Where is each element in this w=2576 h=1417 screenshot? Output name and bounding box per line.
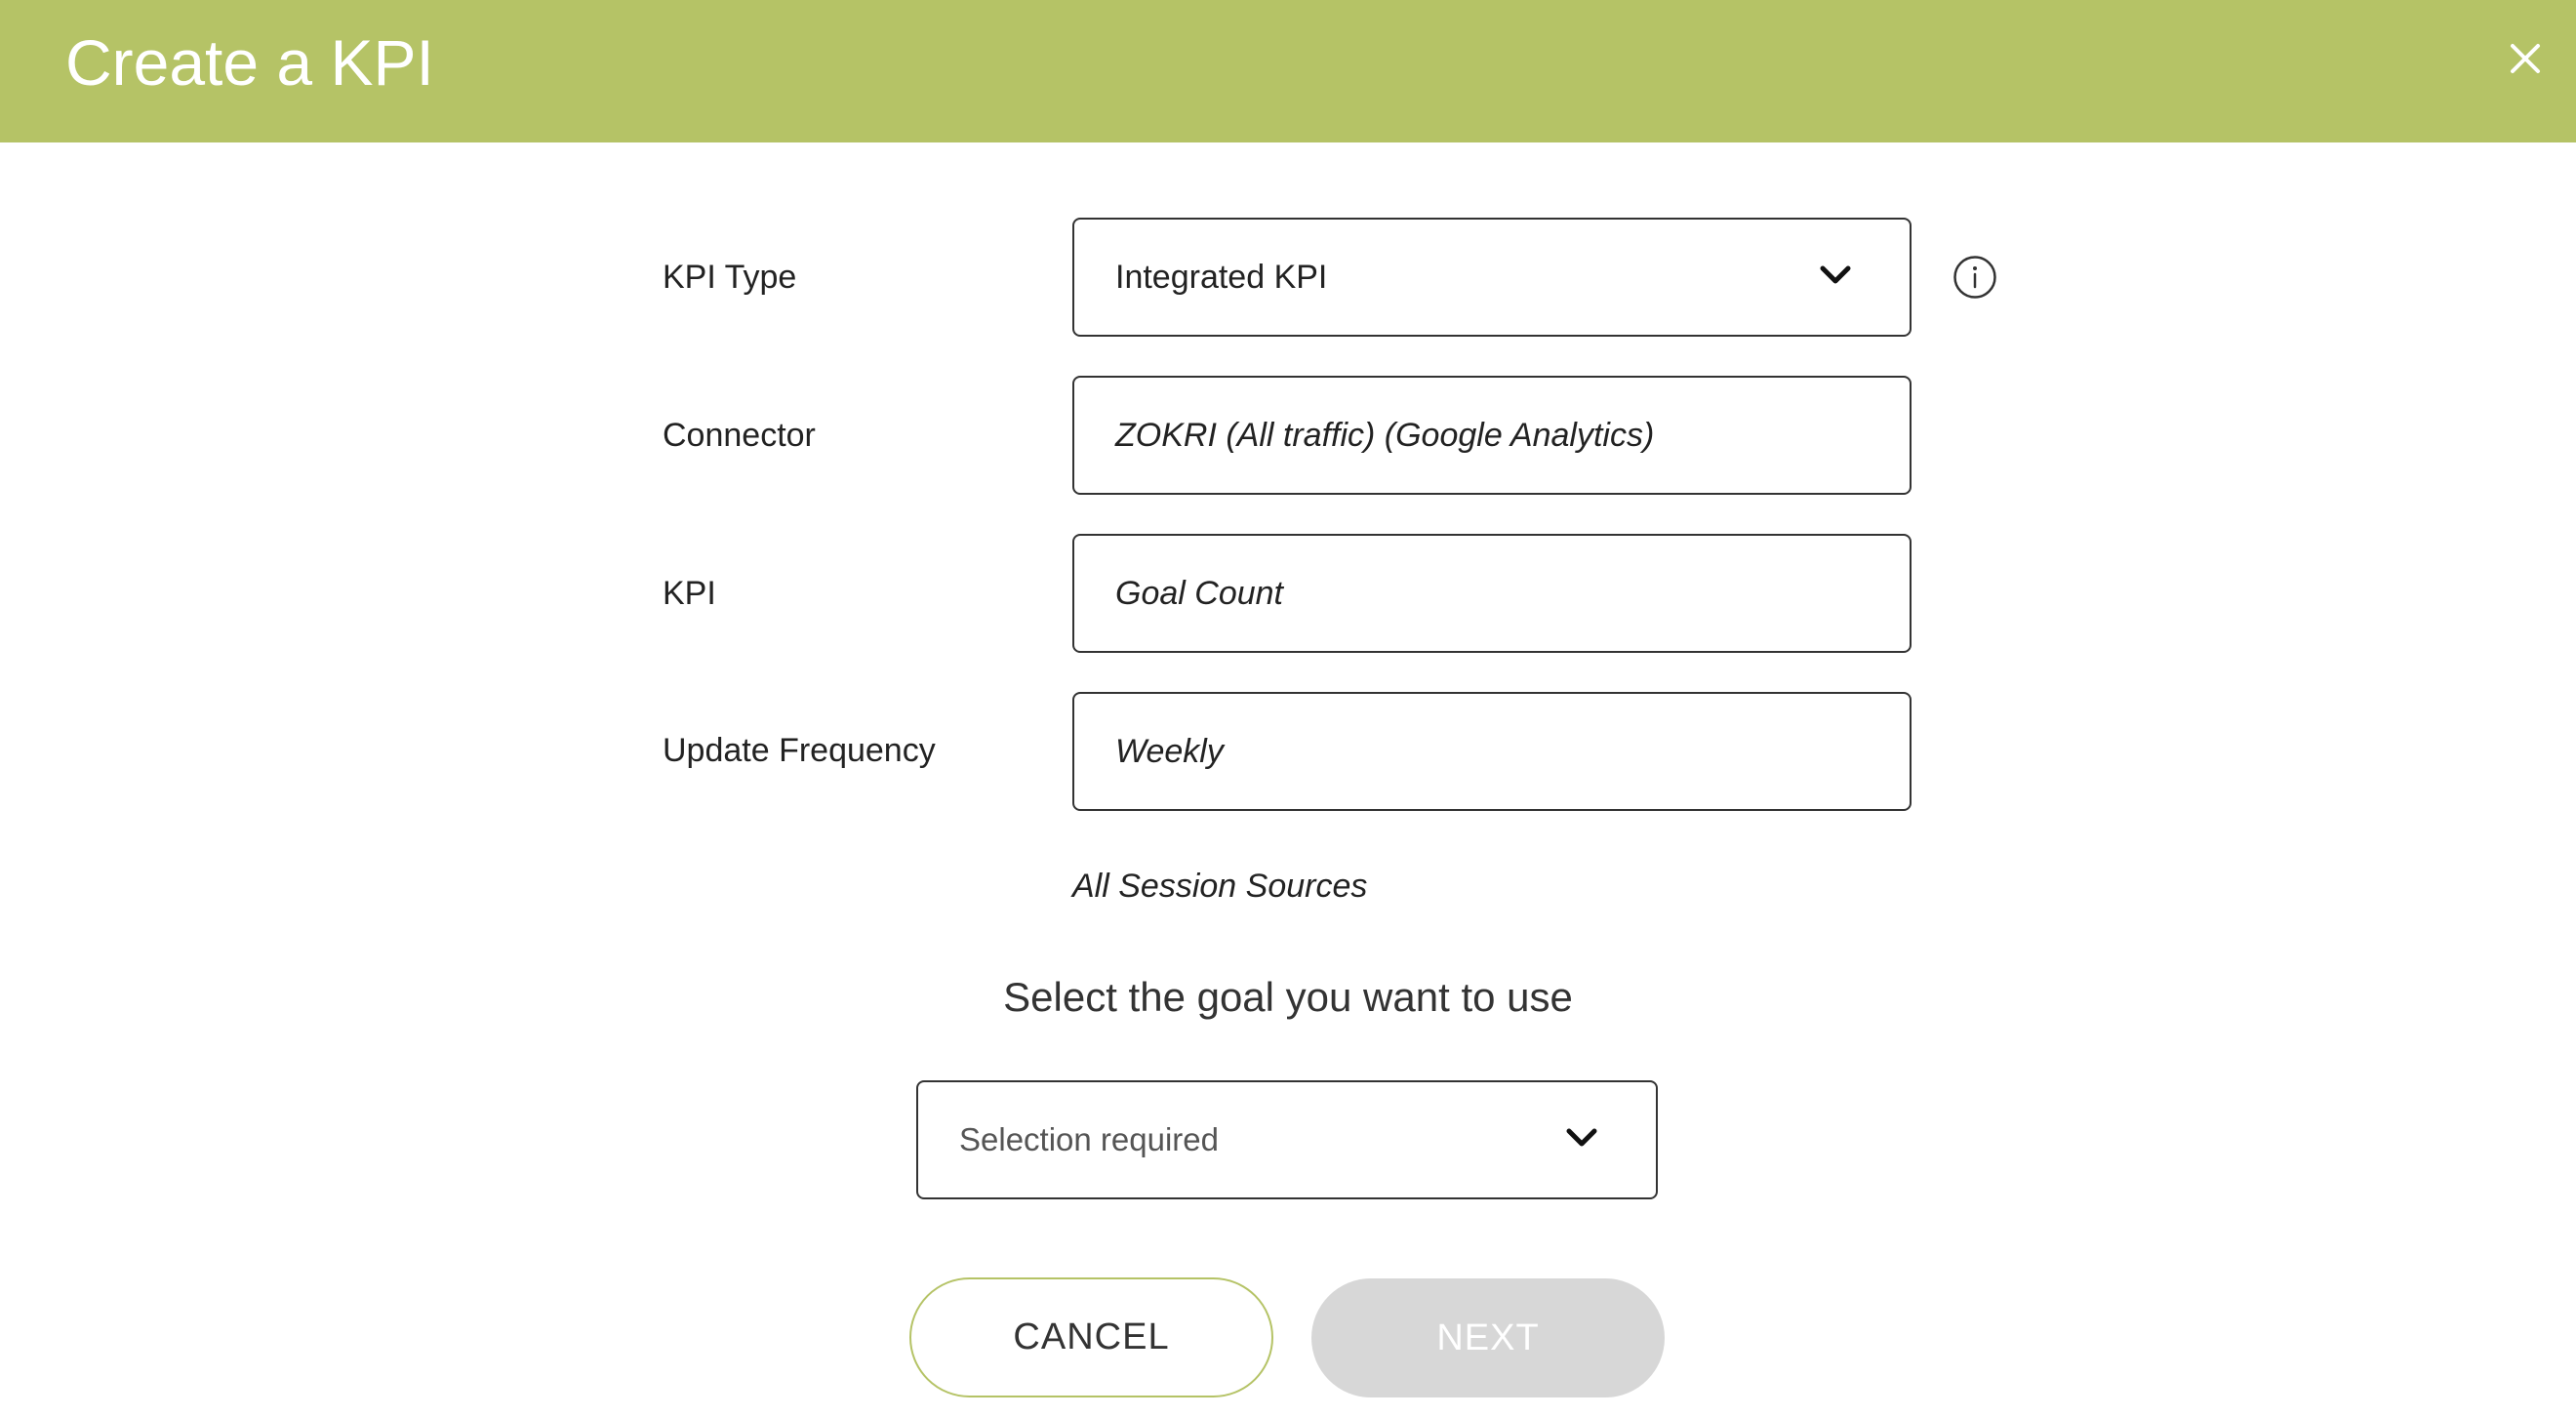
kpi-type-value: Integrated KPI [1115, 258, 1328, 296]
cancel-button[interactable]: CANCEL [909, 1277, 1273, 1397]
session-sources-note: All Session Sources [1072, 868, 1368, 905]
goal-heading: Select the goal you want to use [1003, 974, 1573, 1020]
kpi-label: KPI [663, 575, 716, 612]
chevron-down-icon [1566, 1128, 1597, 1147]
info-icon[interactable] [1952, 255, 1997, 300]
next-button[interactable]: NEXT [1311, 1278, 1665, 1397]
kpi-value: Goal Count [1115, 574, 1283, 612]
update-frequency-field: Weekly [1072, 692, 1912, 811]
dialog-title: Create a KPI [65, 26, 434, 99]
connector-label: Connector [663, 417, 816, 454]
kpi-type-label: KPI Type [663, 259, 797, 296]
update-frequency-value: Weekly [1115, 732, 1224, 770]
goal-select[interactable]: Selection required [916, 1080, 1658, 1199]
kpi-type-select[interactable]: Integrated KPI [1072, 218, 1912, 337]
goal-select-placeholder: Selection required [959, 1121, 1219, 1157]
chevron-down-icon [1820, 265, 1851, 284]
close-button[interactable] [2504, 37, 2547, 80]
update-frequency-label: Update Frequency [663, 732, 936, 769]
connector-field: ZOKRI (All traffic) (Google Analytics) [1072, 376, 1912, 495]
kpi-field: Goal Count [1072, 534, 1912, 653]
connector-value: ZOKRI (All traffic) (Google Analytics) [1115, 416, 1655, 454]
dialog-header: Create a KPI [0, 0, 2576, 142]
close-icon [2511, 44, 2540, 73]
